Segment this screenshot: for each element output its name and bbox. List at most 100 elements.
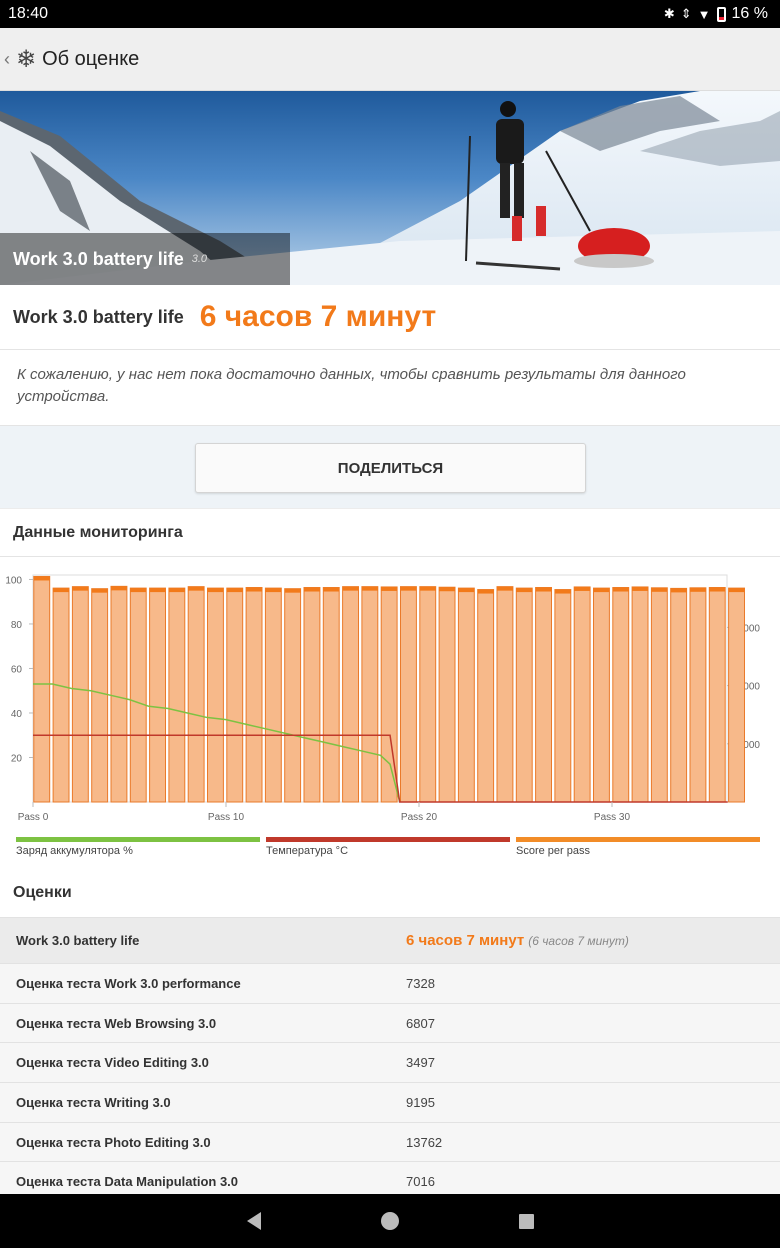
table-row: Оценка теста Photo Editing 3.0 13762 bbox=[0, 1121, 780, 1162]
score-bar bbox=[129, 587, 147, 803]
score-bar-cap bbox=[709, 587, 726, 592]
score-bar bbox=[419, 586, 437, 803]
monitoring-chart: 20406080100200040006000Pass 0 Pass 10 Pass… bbox=[5, 574, 760, 823]
score-bar bbox=[226, 587, 244, 803]
result-row: Work 3.0 battery life 6 часов 7 минут bbox=[0, 285, 780, 350]
score-bar bbox=[91, 588, 109, 803]
legend-label-battery: Заряд аккумулятора % bbox=[16, 845, 133, 857]
score-bar bbox=[322, 587, 340, 803]
score-bar bbox=[554, 589, 572, 803]
score-bar-cap bbox=[574, 586, 591, 591]
score-bar bbox=[400, 586, 417, 803]
bluetooth-icon: ✱ bbox=[663, 6, 675, 21]
table-row: Оценка теста Web Browsing 3.0 6807 bbox=[0, 1002, 780, 1043]
legend-item-score: Score per pass bbox=[516, 837, 760, 857]
score-bar-cap bbox=[53, 588, 69, 593]
score-bar-cap bbox=[381, 586, 398, 591]
score-bar bbox=[187, 586, 205, 803]
share-button[interactable]: ПОДЕЛИТЬСЯ bbox=[195, 443, 586, 493]
score-bar-cap bbox=[168, 588, 185, 593]
status-icons: ✱ ⇕ ▼ 16 % bbox=[664, 5, 768, 23]
legend-swatch-temperature bbox=[266, 837, 510, 842]
x-axis-tick-label: Pass 10 bbox=[208, 812, 245, 823]
scores-table: Work 3.0 battery life 6 часов 7 минут (6… bbox=[0, 917, 780, 1202]
score-bar-cap bbox=[33, 576, 50, 581]
app-logo-icon[interactable]: ❄ bbox=[16, 45, 36, 74]
score-bar-cap bbox=[342, 586, 359, 591]
legend-label-score: Score per pass bbox=[516, 845, 590, 857]
monitoring-title: Данные мониторинга bbox=[0, 509, 780, 557]
score-bar-cap bbox=[516, 588, 533, 593]
score-bar bbox=[284, 588, 302, 803]
page-title: Об оценке bbox=[42, 47, 140, 70]
score-bar-cap bbox=[728, 588, 745, 593]
table-row: Оценка теста Video Editing 3.0 3497 bbox=[0, 1042, 780, 1083]
left-axis-tick-label: 80 bbox=[11, 620, 23, 631]
table-row: Work 3.0 battery life 6 часов 7 минут (6… bbox=[0, 917, 780, 963]
score-bar bbox=[71, 586, 89, 803]
score-bar-cap bbox=[554, 589, 571, 594]
score-bar bbox=[670, 587, 688, 803]
score-bar bbox=[728, 587, 745, 803]
wifi-icon: ▼ bbox=[697, 6, 711, 22]
score-bar bbox=[631, 586, 649, 803]
score-bar bbox=[477, 589, 495, 803]
score-bar-cap bbox=[207, 588, 224, 593]
score-bar-cap bbox=[632, 586, 648, 591]
score-bar-cap bbox=[188, 586, 205, 591]
score-bar-cap bbox=[246, 587, 262, 592]
score-value: 7328 bbox=[406, 975, 435, 991]
score-label: Оценка теста Photo Editing 3.0 bbox=[16, 1134, 211, 1150]
score-bar bbox=[207, 587, 224, 803]
score-value: 7016 bbox=[406, 1174, 435, 1190]
score-bar bbox=[457, 587, 475, 803]
battery-icon bbox=[716, 6, 726, 22]
score-bar-cap bbox=[265, 588, 282, 593]
score-bar bbox=[110, 585, 128, 803]
score-label: Оценка теста Data Manipulation 3.0 bbox=[16, 1174, 239, 1190]
status-time: 18:40 bbox=[8, 5, 49, 22]
score-bar bbox=[342, 586, 360, 803]
score-bar bbox=[33, 575, 51, 803]
left-axis-tick-label: 40 bbox=[11, 709, 23, 720]
x-axis-tick-label: Pass 30 bbox=[594, 812, 631, 823]
score-bar-cap bbox=[419, 586, 436, 591]
legend-swatch-battery bbox=[16, 837, 260, 842]
table-row: Оценка теста Writing 3.0 9195 bbox=[0, 1082, 780, 1122]
score-bar bbox=[264, 587, 282, 803]
nav-recents-icon[interactable] bbox=[518, 1213, 534, 1229]
score-bar-cap bbox=[535, 587, 552, 592]
score-value: 6807 bbox=[406, 1015, 435, 1031]
left-axis-tick-label: 20 bbox=[11, 753, 23, 764]
back-chevron-icon[interactable]: ‹ bbox=[4, 49, 16, 70]
score-bar bbox=[650, 587, 668, 803]
hero-image: Work 3.0 battery life 3.0 bbox=[0, 91, 780, 285]
score-bar-cap bbox=[226, 588, 243, 593]
score-bar-cap bbox=[458, 588, 475, 593]
score-value: 6 часов 7 минут bbox=[406, 932, 525, 949]
score-bar-cap bbox=[497, 586, 513, 591]
result-name: Work 3.0 battery life bbox=[13, 306, 184, 327]
score-bar-cap bbox=[130, 588, 147, 593]
left-axis-tick-label: 60 bbox=[11, 664, 23, 675]
nav-back-icon[interactable] bbox=[246, 1212, 261, 1230]
system-nav-bar bbox=[0, 1194, 780, 1248]
hero-title: Work 3.0 battery life bbox=[13, 248, 184, 269]
score-bar-cap bbox=[111, 586, 127, 591]
score-bar bbox=[52, 587, 70, 803]
score-bar bbox=[303, 587, 321, 803]
battery-percent: 16 % bbox=[731, 5, 768, 22]
nav-home-icon[interactable] bbox=[380, 1212, 399, 1230]
score-bar-cap bbox=[149, 588, 166, 593]
share-area: ПОДЕЛИТЬСЯ bbox=[0, 426, 780, 508]
score-bar bbox=[149, 587, 167, 803]
result-value: 6 часов 7 минут bbox=[199, 300, 437, 333]
app-bar: ‹ ❄ Об оценке bbox=[0, 28, 780, 91]
score-value: 13762 bbox=[406, 1134, 443, 1150]
score-value: 3497 bbox=[406, 1055, 435, 1071]
score-label: Оценка теста Work 3.0 performance bbox=[16, 975, 241, 991]
scores-title: Оценки bbox=[13, 884, 72, 901]
score-bar bbox=[708, 587, 726, 803]
chart-legend: Заряд аккумулятора % Температура °C Scor… bbox=[16, 837, 766, 857]
score-bar-cap bbox=[72, 586, 89, 591]
